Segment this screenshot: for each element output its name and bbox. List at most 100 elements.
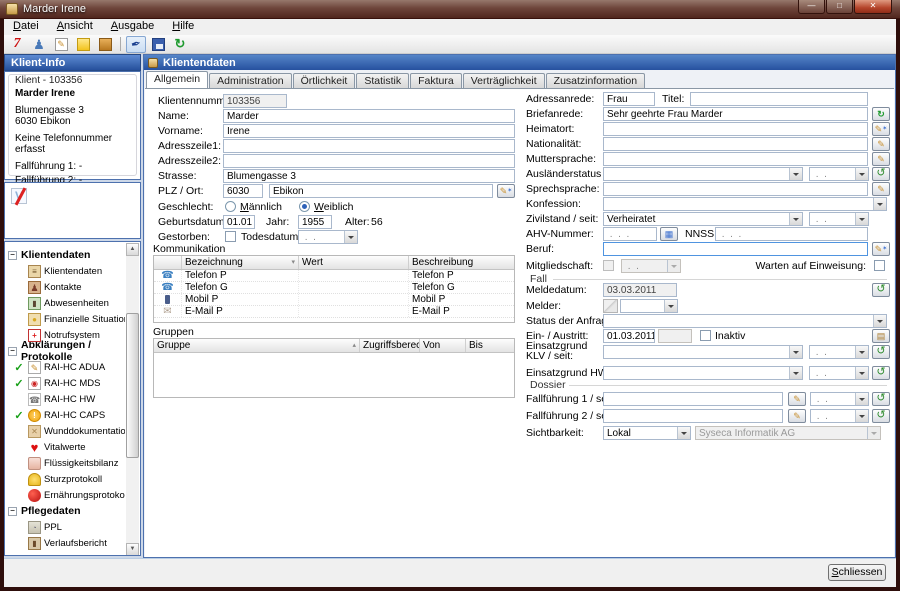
chevron-down-icon[interactable]: [873, 198, 886, 210]
chevron-down-icon[interactable]: [789, 367, 802, 379]
auslaenderstatus-history-button[interactable]: ↺: [872, 167, 890, 181]
nationalitaet-field[interactable]: [603, 137, 868, 151]
zivilstand-seit-combo[interactable]: . .: [809, 212, 869, 226]
collapse-icon[interactable]: [8, 507, 17, 516]
bis-column-header[interactable]: Bis: [466, 339, 514, 352]
tab-statistik[interactable]: Statistik: [356, 73, 409, 88]
tab-administration[interactable]: Administration: [209, 73, 292, 88]
ein-austritt-copy-button[interactable]: ▤: [872, 329, 890, 343]
collapse-icon[interactable]: [8, 347, 17, 356]
status-anfrage-combo[interactable]: [603, 314, 887, 328]
melder-combo[interactable]: [620, 299, 678, 313]
table-row[interactable]: ☎ Telefon P Telefon P: [154, 270, 514, 282]
beruf-field[interactable]: [603, 242, 868, 256]
beruf-wand-button[interactable]: ✎: [872, 242, 890, 256]
tree-item-kontakte[interactable]: Kontakte: [8, 279, 125, 295]
tree-item-rai-hc-caps[interactable]: RAI-HC CAPS: [8, 407, 125, 423]
tree-item-rai-hc-mds[interactable]: RAI-HC MDS: [8, 375, 125, 391]
ahv-field[interactable]: . . .: [603, 227, 657, 241]
seven-logo-button[interactable]: 7: [7, 36, 27, 53]
fallfuehrung1-seit-combo[interactable]: . .: [810, 392, 869, 406]
chevron-down-icon[interactable]: [344, 231, 357, 243]
chevron-down-icon[interactable]: [789, 213, 802, 225]
fallfuehrung2-edit-button[interactable]: ✎: [788, 409, 806, 423]
tab-faktura[interactable]: Faktura: [410, 73, 462, 88]
einsatzgrund-klv-seit-combo[interactable]: . .: [809, 345, 869, 359]
tree-group-abklaerungen[interactable]: Abklärungen / Protokolle: [8, 343, 125, 359]
menu-datei[interactable]: Datei: [4, 19, 48, 35]
einsatzgrund-hw-seit-combo[interactable]: . .: [809, 366, 869, 380]
edit-document-button[interactable]: ✎: [51, 36, 71, 53]
table-row[interactable]: Mobil P Mobil P: [154, 294, 514, 306]
einsatzgrund-hw-history-button[interactable]: ↺: [872, 366, 890, 380]
tree-group-pflegedaten[interactable]: Pflegedaten: [8, 503, 125, 519]
chevron-down-icon[interactable]: [855, 393, 868, 405]
scroll-up-icon[interactable]: ▲: [126, 243, 139, 256]
schliessen-button[interactable]: Schliessen: [828, 564, 886, 581]
weiblich-label[interactable]: Weiblich: [314, 201, 354, 213]
chevron-down-icon[interactable]: [855, 367, 868, 379]
fallfuehrung1-field[interactable]: [603, 392, 783, 406]
radio-maennlich[interactable]: [225, 201, 236, 212]
tab-zusatzinformation[interactable]: Zusatzinformation: [546, 73, 645, 88]
menu-hilfe[interactable]: Hilfe: [163, 19, 203, 35]
chevron-down-icon[interactable]: [677, 427, 690, 439]
title-bar[interactable]: Marder Irene — □ ✕: [0, 0, 900, 19]
chevron-down-icon[interactable]: [664, 300, 677, 312]
meldedatum-history-button[interactable]: ↺: [872, 283, 890, 297]
maennlich-label[interactable]: Männlich: [240, 201, 282, 213]
icon-column-header[interactable]: [154, 256, 182, 269]
heimatort-field[interactable]: [603, 122, 868, 136]
fallfuehrung2-history-button[interactable]: ↺: [872, 409, 890, 423]
note-button[interactable]: [73, 36, 93, 53]
name-field[interactable]: Marder: [223, 109, 515, 123]
tab-oertlichkeit[interactable]: Örtlichkeit: [293, 73, 356, 88]
tree-item-abwesenheiten[interactable]: Abwesenheiten: [8, 295, 125, 311]
adresszeile1-field[interactable]: [223, 139, 515, 153]
sprechsprache-field[interactable]: [603, 182, 868, 196]
collapse-icon[interactable]: [8, 251, 17, 260]
fallfuehrung2-seit-combo[interactable]: . .: [810, 409, 869, 423]
tree-item-wunddokumentation[interactable]: Wunddokumentation: [8, 423, 125, 439]
muttersprache-edit-button[interactable]: ✎: [872, 152, 890, 166]
chevron-down-icon[interactable]: [855, 346, 868, 358]
maximize-button[interactable]: □: [826, 0, 853, 14]
ahv-calculator-button[interactable]: ▦: [660, 227, 678, 241]
menu-ansicht[interactable]: Ansicht: [48, 19, 102, 35]
gestorben-checkbox[interactable]: [225, 231, 236, 242]
close-button[interactable]: ✕: [854, 0, 892, 14]
strasse-field[interactable]: Blumengasse 3: [223, 169, 515, 183]
auslaenderstatus-seit-combo[interactable]: . .: [809, 167, 869, 181]
tree-item-klientendaten[interactable]: Klientendaten: [8, 263, 125, 279]
chevron-down-icon[interactable]: [855, 168, 868, 180]
adressanrede-field[interactable]: Frau: [603, 92, 655, 106]
muttersprache-field[interactable]: [603, 152, 868, 166]
ort-field[interactable]: Ebikon: [269, 184, 493, 198]
tab-allgemein[interactable]: Allgemein: [146, 71, 208, 88]
plz-field[interactable]: 6030: [223, 184, 263, 198]
zugriff-column-header[interactable]: Zugriffsberec...: [360, 339, 420, 352]
einsatzgrund-klv-combo[interactable]: [603, 345, 803, 359]
table-row[interactable]: ✉ E-Mail P E-Mail P: [154, 306, 514, 318]
sichtbarkeit-combo[interactable]: Lokal: [603, 426, 691, 440]
titel-field[interactable]: [690, 92, 868, 106]
table-row[interactable]: ☎ Telefon G Telefon G: [154, 282, 514, 294]
tree-item-verlaufsbericht[interactable]: Verlaufsbericht: [8, 535, 125, 551]
briefanrede-refresh-button[interactable]: ↻: [872, 107, 890, 121]
fallfuehrung2-field[interactable]: [603, 409, 783, 423]
tree-item-ernaehrungsprotokoll[interactable]: Ernährungsprotokoll: [8, 487, 125, 503]
heimatort-wand-button[interactable]: ✎: [872, 122, 890, 136]
radio-weiblich[interactable]: [299, 201, 310, 212]
mitgliedschaft-checkbox[interactable]: [603, 260, 614, 271]
sprechsprache-edit-button[interactable]: ✎: [872, 182, 890, 196]
briefanrede-field[interactable]: Sehr geehrte Frau Marder: [603, 107, 868, 121]
tree-item-finanzielle-situation[interactable]: Finanzielle Situation: [8, 311, 125, 327]
plz-wand-button[interactable]: ✎: [497, 184, 515, 198]
chevron-down-icon[interactable]: [789, 346, 802, 358]
inaktiv-checkbox[interactable]: [700, 330, 711, 341]
tree-item-vitalwerte[interactable]: Vitalwerte: [8, 439, 125, 455]
warten-einweisung-checkbox[interactable]: [874, 260, 885, 271]
geburtsdatum-field[interactable]: 01.01: [223, 215, 255, 229]
chevron-down-icon[interactable]: [873, 315, 886, 327]
refresh-button[interactable]: ↻: [170, 36, 190, 53]
